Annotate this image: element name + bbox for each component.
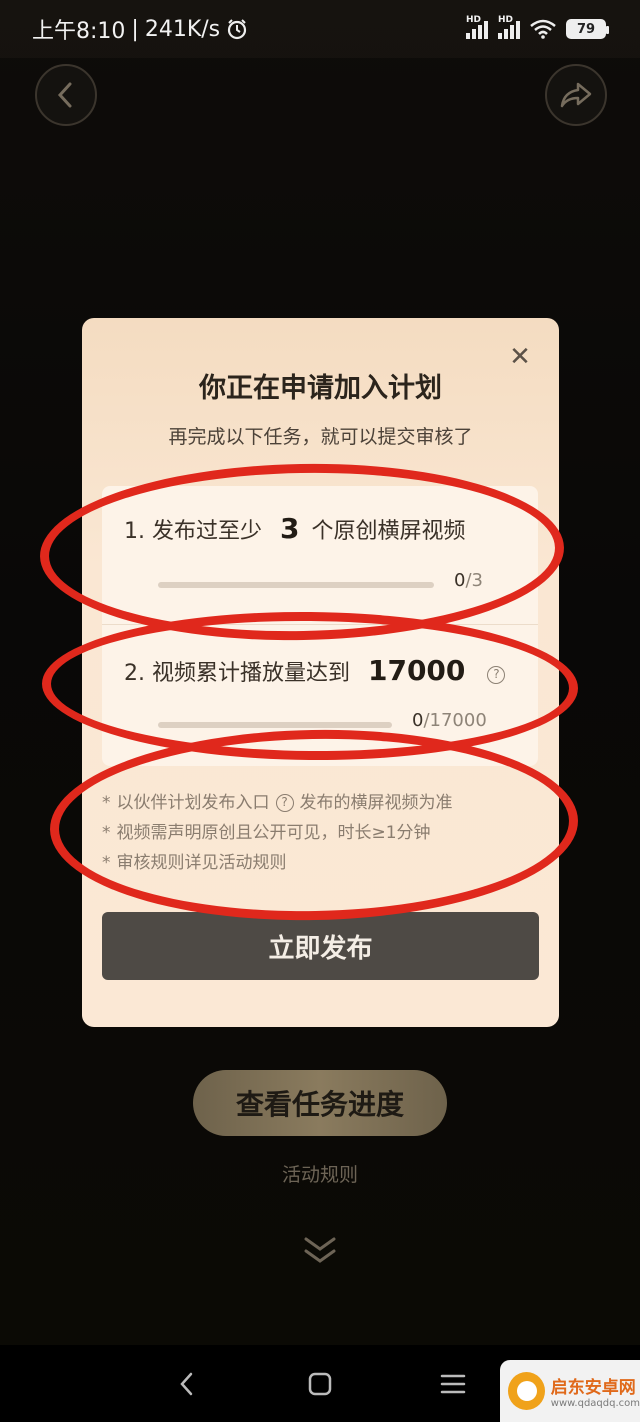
watermark-text: 启东安卓网 www.qdaqdq.com xyxy=(551,1373,640,1409)
double-chevron-down-icon[interactable] xyxy=(300,1235,340,1269)
status-right: HD HD 79 xyxy=(466,15,609,39)
battery-icon: 79 xyxy=(566,19,609,39)
hd-label: HD xyxy=(498,15,514,25)
publish-now-button[interactable]: 立即发布 xyxy=(102,912,539,980)
nav-back-button[interactable] xyxy=(167,1364,207,1404)
nav-menu-icon xyxy=(441,1374,466,1393)
watermark-title: 启东安卓网 xyxy=(550,1378,636,1398)
signal-icon-2: HD xyxy=(498,15,520,39)
nav-home-icon xyxy=(308,1372,332,1395)
site-watermark: 启东安卓网 www.qdaqdq.com xyxy=(500,1360,640,1422)
alarm-icon xyxy=(228,19,247,40)
nav-back-icon xyxy=(179,1372,192,1395)
watermark-logo-icon xyxy=(508,1372,545,1410)
dialog-subtitle: 再完成以下任务，就可以提交审核了 xyxy=(168,426,473,448)
nav-menu-button[interactable] xyxy=(433,1364,473,1404)
activity-rules-link[interactable]: 活动规则 xyxy=(0,1160,640,1187)
hd-label: HD xyxy=(466,15,482,25)
status-time: 上午8:10 xyxy=(32,19,126,44)
dialog-title: 你正在申请加入计划 xyxy=(199,373,442,404)
battery-level: 79 xyxy=(576,21,596,37)
view-progress-button[interactable]: 查看任务进度 xyxy=(193,1070,447,1136)
status-net-speed: 241K/s xyxy=(144,16,221,42)
status-bar: 上午8:10 | 241K/s HD HD 79 xyxy=(0,0,640,58)
wifi-icon xyxy=(530,19,556,39)
watermark-url: www.qdaqdq.com xyxy=(550,1398,640,1409)
nav-home-button[interactable] xyxy=(300,1364,340,1404)
signal-icon-1: HD xyxy=(466,15,488,39)
status-left: 上午8:10 | 241K/s xyxy=(32,13,248,45)
status-separator: | xyxy=(131,16,139,42)
